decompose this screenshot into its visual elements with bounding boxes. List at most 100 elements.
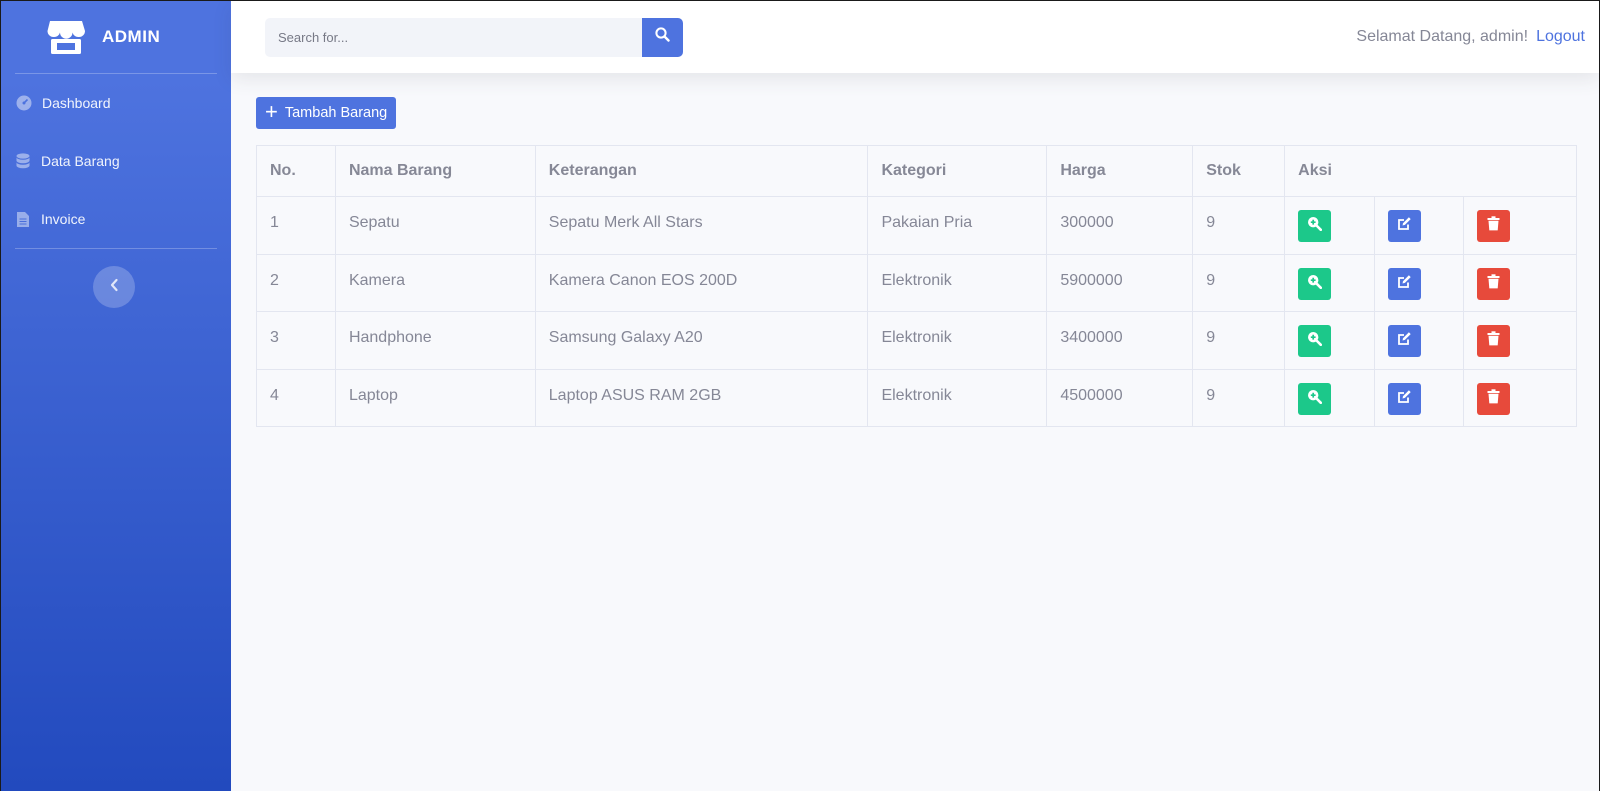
trash-icon (1487, 273, 1500, 294)
zoom-in-icon (1307, 389, 1323, 409)
edit-icon (1397, 216, 1412, 236)
cell-stok: 9 (1192, 311, 1286, 370)
delete-button[interactable] (1477, 210, 1511, 242)
cell-action (1374, 196, 1465, 255)
table-row: 3 Handphone Samsung Galaxy A20 Elektroni… (256, 311, 1577, 370)
cell-action (1374, 368, 1465, 427)
sidebar-item-label: Invoice (41, 211, 86, 227)
edit-button[interactable] (1388, 382, 1422, 415)
column-header: Aksi (1284, 145, 1577, 197)
cell-harga: 3400000 (1046, 311, 1194, 370)
sidebar-item-dashboard[interactable]: Dashboard (1, 74, 231, 132)
cell-action (1284, 368, 1376, 427)
cell-stok: 9 (1192, 196, 1286, 255)
trash-icon (1487, 331, 1500, 351)
cell-nama-barang: Sepatu (334, 196, 536, 255)
edit-button[interactable] (1388, 325, 1422, 357)
zoom-in-icon (1307, 331, 1323, 351)
sidebar-toggle-button[interactable] (93, 266, 135, 308)
edit-icon (1397, 274, 1412, 294)
cell-kategori: Elektronik (867, 311, 1048, 370)
user-area: Selamat Datang, admin! Logout (1356, 28, 1585, 46)
cell-no: 2 (256, 253, 336, 312)
column-header: No. (256, 145, 336, 197)
view-button[interactable] (1298, 210, 1332, 242)
plus-icon: + (265, 99, 278, 124)
cell-kategori: Elektronik (867, 253, 1048, 312)
zoom-in-icon (1307, 216, 1323, 236)
cell-kategori: Elektronik (867, 368, 1048, 427)
edit-button[interactable] (1388, 267, 1422, 300)
store-icon (47, 19, 85, 55)
table-row: 4 Laptop Laptop ASUS RAM 2GB Elektronik … (256, 368, 1577, 427)
add-item-label: Tambah Barang (284, 105, 388, 121)
sidebar-item-label: Dashboard (42, 95, 111, 111)
cell-stok: 9 (1192, 368, 1286, 427)
column-header: Kategori (867, 145, 1048, 197)
cell-keterangan: Laptop ASUS RAM 2GB (534, 368, 869, 427)
table-row: 2 Kamera Kamera Canon EOS 200D Elektroni… (256, 253, 1577, 312)
cell-action (1374, 253, 1465, 312)
cell-harga: 300000 (1046, 196, 1194, 255)
file-icon (15, 211, 31, 227)
trash-icon (1487, 216, 1500, 236)
column-header: Nama Barang (334, 145, 536, 197)
edit-icon (1397, 331, 1412, 351)
edit-button[interactable] (1388, 210, 1422, 242)
search-icon (655, 27, 670, 47)
view-button[interactable] (1298, 382, 1332, 415)
cell-harga: 5900000 (1046, 253, 1194, 312)
edit-icon (1397, 389, 1412, 409)
trash-icon (1487, 388, 1500, 409)
cell-action (1463, 311, 1577, 370)
search-input[interactable] (265, 17, 642, 57)
topbar: Selamat Datang, admin! Logout (231, 1, 1599, 73)
cell-nama-barang: Handphone (334, 311, 536, 370)
page-content: + Tambah Barang No. Nama Barang Keterang… (231, 73, 1599, 427)
sidebar-item-data-barang[interactable]: Data Barang (1, 132, 231, 190)
database-icon (15, 153, 31, 169)
cell-action (1463, 196, 1577, 255)
cell-harga: 4500000 (1046, 368, 1194, 427)
sidebar-item-label: Data Barang (41, 153, 120, 169)
table-row: 1 Sepatu Sepatu Merk All Stars Pakaian P… (256, 196, 1577, 255)
cell-no: 4 (256, 368, 336, 427)
table-header-row: No. Nama Barang Keterangan Kategori Harg… (256, 145, 1577, 197)
cell-action (1284, 253, 1376, 312)
cell-keterangan: Samsung Galaxy A20 (534, 311, 869, 370)
brand-title: ADMIN (102, 27, 161, 46)
cell-keterangan: Sepatu Merk All Stars (534, 196, 869, 255)
view-button[interactable] (1298, 325, 1332, 357)
cell-stok: 9 (1192, 253, 1286, 312)
column-header: Keterangan (534, 145, 869, 197)
cell-no: 3 (256, 311, 336, 370)
cell-keterangan: Kamera Canon EOS 200D (534, 253, 869, 312)
sidebar-divider (15, 248, 217, 249)
delete-button[interactable] (1477, 382, 1511, 415)
app-window: ADMIN Dashboard Data Barang Invoice Sear… (1, 1, 1599, 791)
cell-action (1284, 311, 1376, 370)
logout-link[interactable]: Logout (1536, 28, 1585, 46)
main-area: Selamat Datang, admin! Logout + Tambah B… (231, 1, 1599, 791)
cell-kategori: Pakaian Pria (867, 196, 1048, 255)
cell-action (1284, 196, 1376, 255)
cell-action (1463, 368, 1577, 427)
zoom-in-icon (1307, 274, 1323, 294)
add-item-button[interactable]: + Tambah Barang (256, 97, 397, 129)
search-button[interactable] (642, 17, 683, 57)
sidebar-item-invoice[interactable]: Invoice (1, 190, 231, 248)
welcome-text: Selamat Datang, admin! (1356, 28, 1529, 45)
column-header: Stok (1192, 145, 1286, 197)
view-button[interactable] (1298, 267, 1332, 300)
chevron-left-icon (109, 278, 119, 297)
sidebar-brand[interactable]: ADMIN (1, 1, 231, 73)
cell-no: 1 (256, 196, 336, 255)
delete-button[interactable] (1477, 325, 1511, 357)
delete-button[interactable] (1477, 267, 1511, 300)
dashboard-icon (16, 95, 32, 111)
cell-action (1374, 311, 1465, 370)
search-group (265, 17, 683, 57)
sidebar: ADMIN Dashboard Data Barang Invoice (1, 1, 231, 791)
cell-nama-barang: Laptop (334, 368, 536, 427)
items-table: No. Nama Barang Keterangan Kategori Harg… (256, 145, 1577, 427)
